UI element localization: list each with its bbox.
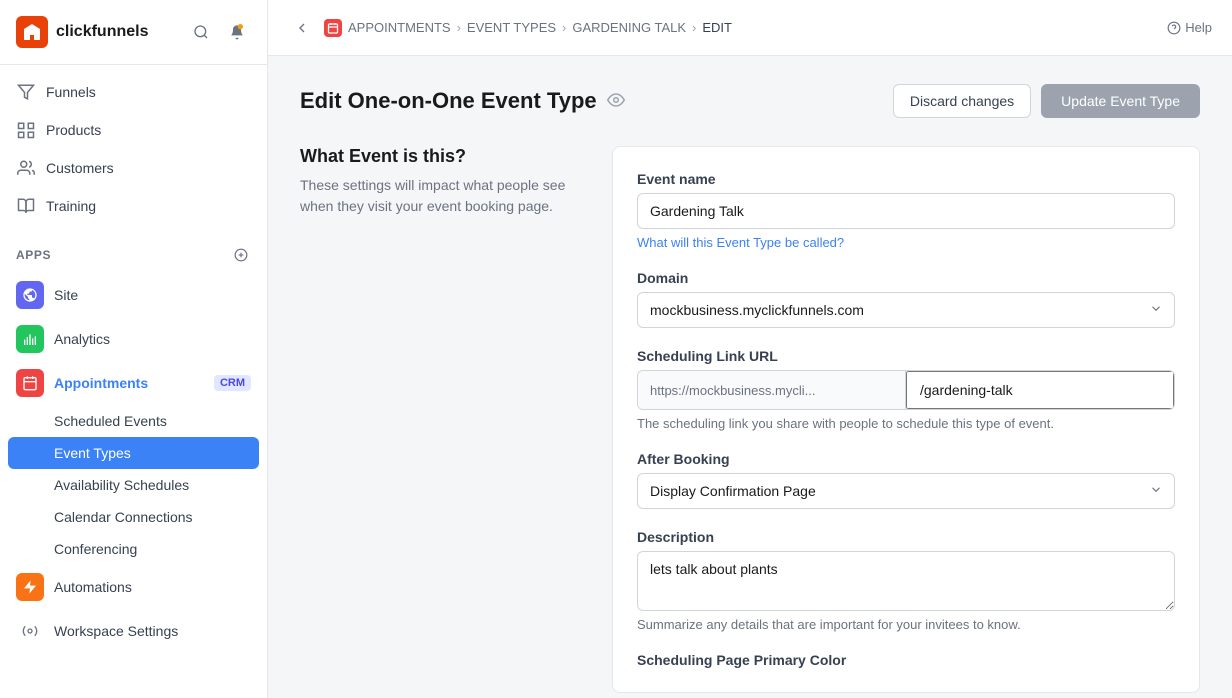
page-header: Edit One-on-One Event Type Discard chang… xyxy=(300,84,1200,118)
main-nav: Funnels Products Customers Training xyxy=(0,65,267,233)
sidebar-logo: clickfunnels xyxy=(0,0,267,65)
header-actions: Discard changes Update Event Type xyxy=(893,84,1200,118)
sidebar-item-appointments[interactable]: Appointments CRM xyxy=(0,361,267,405)
breadcrumb-event-types: EVENT TYPES xyxy=(467,20,556,35)
update-event-type-button[interactable]: Update Event Type xyxy=(1041,84,1200,118)
scheduling-color-label: Scheduling Page Primary Color xyxy=(637,652,1175,668)
domain-select-wrapper: mockbusiness.myclickfunnels.com xyxy=(637,292,1175,328)
appointments-icon xyxy=(16,369,44,397)
search-button[interactable] xyxy=(187,18,215,46)
main-content: APPOINTMENTS › EVENT TYPES › GARDENING T… xyxy=(268,0,1232,698)
appointments-subnav: Scheduled Events Event Types Availabilit… xyxy=(0,405,267,565)
sidebar-item-site[interactable]: Site xyxy=(0,273,267,317)
after-booking-field: After Booking Display Confirmation Page … xyxy=(637,451,1175,509)
sidebar-item-training[interactable]: Training xyxy=(0,187,267,225)
products-icon xyxy=(16,120,36,140)
apps-section-header: APPS xyxy=(0,237,267,273)
scheduling-url-hint: The scheduling link you share with peopl… xyxy=(637,416,1175,431)
description-textarea[interactable] xyxy=(637,551,1175,611)
event-name-field: Event name What will this Event Type be … xyxy=(637,171,1175,250)
scheduling-color-field: Scheduling Page Primary Color xyxy=(637,652,1175,668)
analytics-icon xyxy=(16,325,44,353)
sidebar: clickfunnels Funnels Products xyxy=(0,0,268,698)
page-content: Edit One-on-One Event Type Discard chang… xyxy=(268,56,1232,698)
back-button[interactable] xyxy=(288,14,316,42)
sidebar-item-funnels[interactable]: Funnels xyxy=(0,73,267,111)
form-section-description: These settings will impact what people s… xyxy=(300,175,580,217)
workspace-icon xyxy=(16,617,44,645)
sidebar-item-availability-schedules[interactable]: Availability Schedules xyxy=(0,469,267,501)
sidebar-item-conferencing[interactable]: Conferencing xyxy=(0,533,267,565)
notification-button[interactable] xyxy=(223,18,251,46)
breadcrumb-sep-1: › xyxy=(457,20,461,35)
description-label: Description xyxy=(637,529,1175,545)
help-button[interactable]: Help xyxy=(1167,20,1212,35)
sidebar-item-analytics[interactable]: Analytics xyxy=(0,317,267,361)
sidebar-actions xyxy=(187,18,251,46)
domain-label: Domain xyxy=(637,270,1175,286)
breadcrumb-sep-3: › xyxy=(692,20,696,35)
event-name-input[interactable] xyxy=(637,193,1175,229)
event-name-hint[interactable]: What will this Event Type be called? xyxy=(637,235,1175,250)
funnels-icon xyxy=(16,82,36,102)
site-icon xyxy=(16,281,44,309)
description-hint: Summarize any details that are important… xyxy=(637,617,1175,632)
automations-icon xyxy=(16,573,44,601)
breadcrumb-gardening-talk: GARDENING TALK xyxy=(572,20,686,35)
domain-select[interactable]: mockbusiness.myclickfunnels.com xyxy=(637,292,1175,328)
sidebar-item-workspace[interactable]: Workspace Settings xyxy=(0,609,267,653)
breadcrumb-appointments: APPOINTMENTS xyxy=(348,20,451,35)
breadcrumb-sep-2: › xyxy=(562,20,566,35)
preview-icon[interactable] xyxy=(607,91,625,112)
sidebar-item-calendar-connections[interactable]: Calendar Connections xyxy=(0,501,267,533)
scheduling-url-row: https://mockbusiness.mycli... xyxy=(637,370,1175,410)
scheduling-url-suffix-input[interactable] xyxy=(906,371,1174,409)
form-fields: Event name What will this Event Type be … xyxy=(612,146,1200,693)
description-field: Description Summarize any details that a… xyxy=(637,529,1175,632)
form-section-heading: What Event is this? xyxy=(300,146,580,167)
training-icon xyxy=(16,196,36,216)
scheduling-link-url-label: Scheduling Link URL xyxy=(637,348,1175,364)
page-title: Edit One-on-One Event Type xyxy=(300,88,597,114)
sidebar-item-event-types[interactable]: Event Types xyxy=(8,437,259,469)
sidebar-item-scheduled-events[interactable]: Scheduled Events xyxy=(0,405,267,437)
scheduling-url-prefix: https://mockbusiness.mycli... xyxy=(638,371,906,409)
discard-button[interactable]: Discard changes xyxy=(893,84,1031,118)
breadcrumb-edit: EDIT xyxy=(702,20,732,35)
breadcrumb-appointments-icon xyxy=(324,19,342,37)
scheduling-link-url-field: Scheduling Link URL https://mockbusiness… xyxy=(637,348,1175,431)
after-booking-select-wrapper: Display Confirmation Page Redirect to UR… xyxy=(637,473,1175,509)
sidebar-item-products[interactable]: Products xyxy=(0,111,267,149)
after-booking-select[interactable]: Display Confirmation Page Redirect to UR… xyxy=(637,473,1175,509)
domain-field: Domain mockbusiness.myclickfunnels.com xyxy=(637,270,1175,328)
breadcrumb: APPOINTMENTS › EVENT TYPES › GARDENING T… xyxy=(324,19,732,37)
add-app-button[interactable] xyxy=(231,245,251,265)
page-title-row: Edit One-on-One Event Type xyxy=(300,88,625,114)
after-booking-label: After Booking xyxy=(637,451,1175,467)
sidebar-item-customers[interactable]: Customers xyxy=(0,149,267,187)
event-name-label: Event name xyxy=(637,171,1175,187)
logo-text: clickfunnels xyxy=(56,23,148,41)
sidebar-item-automations[interactable]: Automations xyxy=(0,565,267,609)
form-layout: What Event is this? These settings will … xyxy=(300,146,1200,693)
logo-icon xyxy=(16,16,48,48)
form-section-info: What Event is this? These settings will … xyxy=(300,146,580,693)
customers-icon xyxy=(16,158,36,178)
topbar: APPOINTMENTS › EVENT TYPES › GARDENING T… xyxy=(268,0,1232,56)
